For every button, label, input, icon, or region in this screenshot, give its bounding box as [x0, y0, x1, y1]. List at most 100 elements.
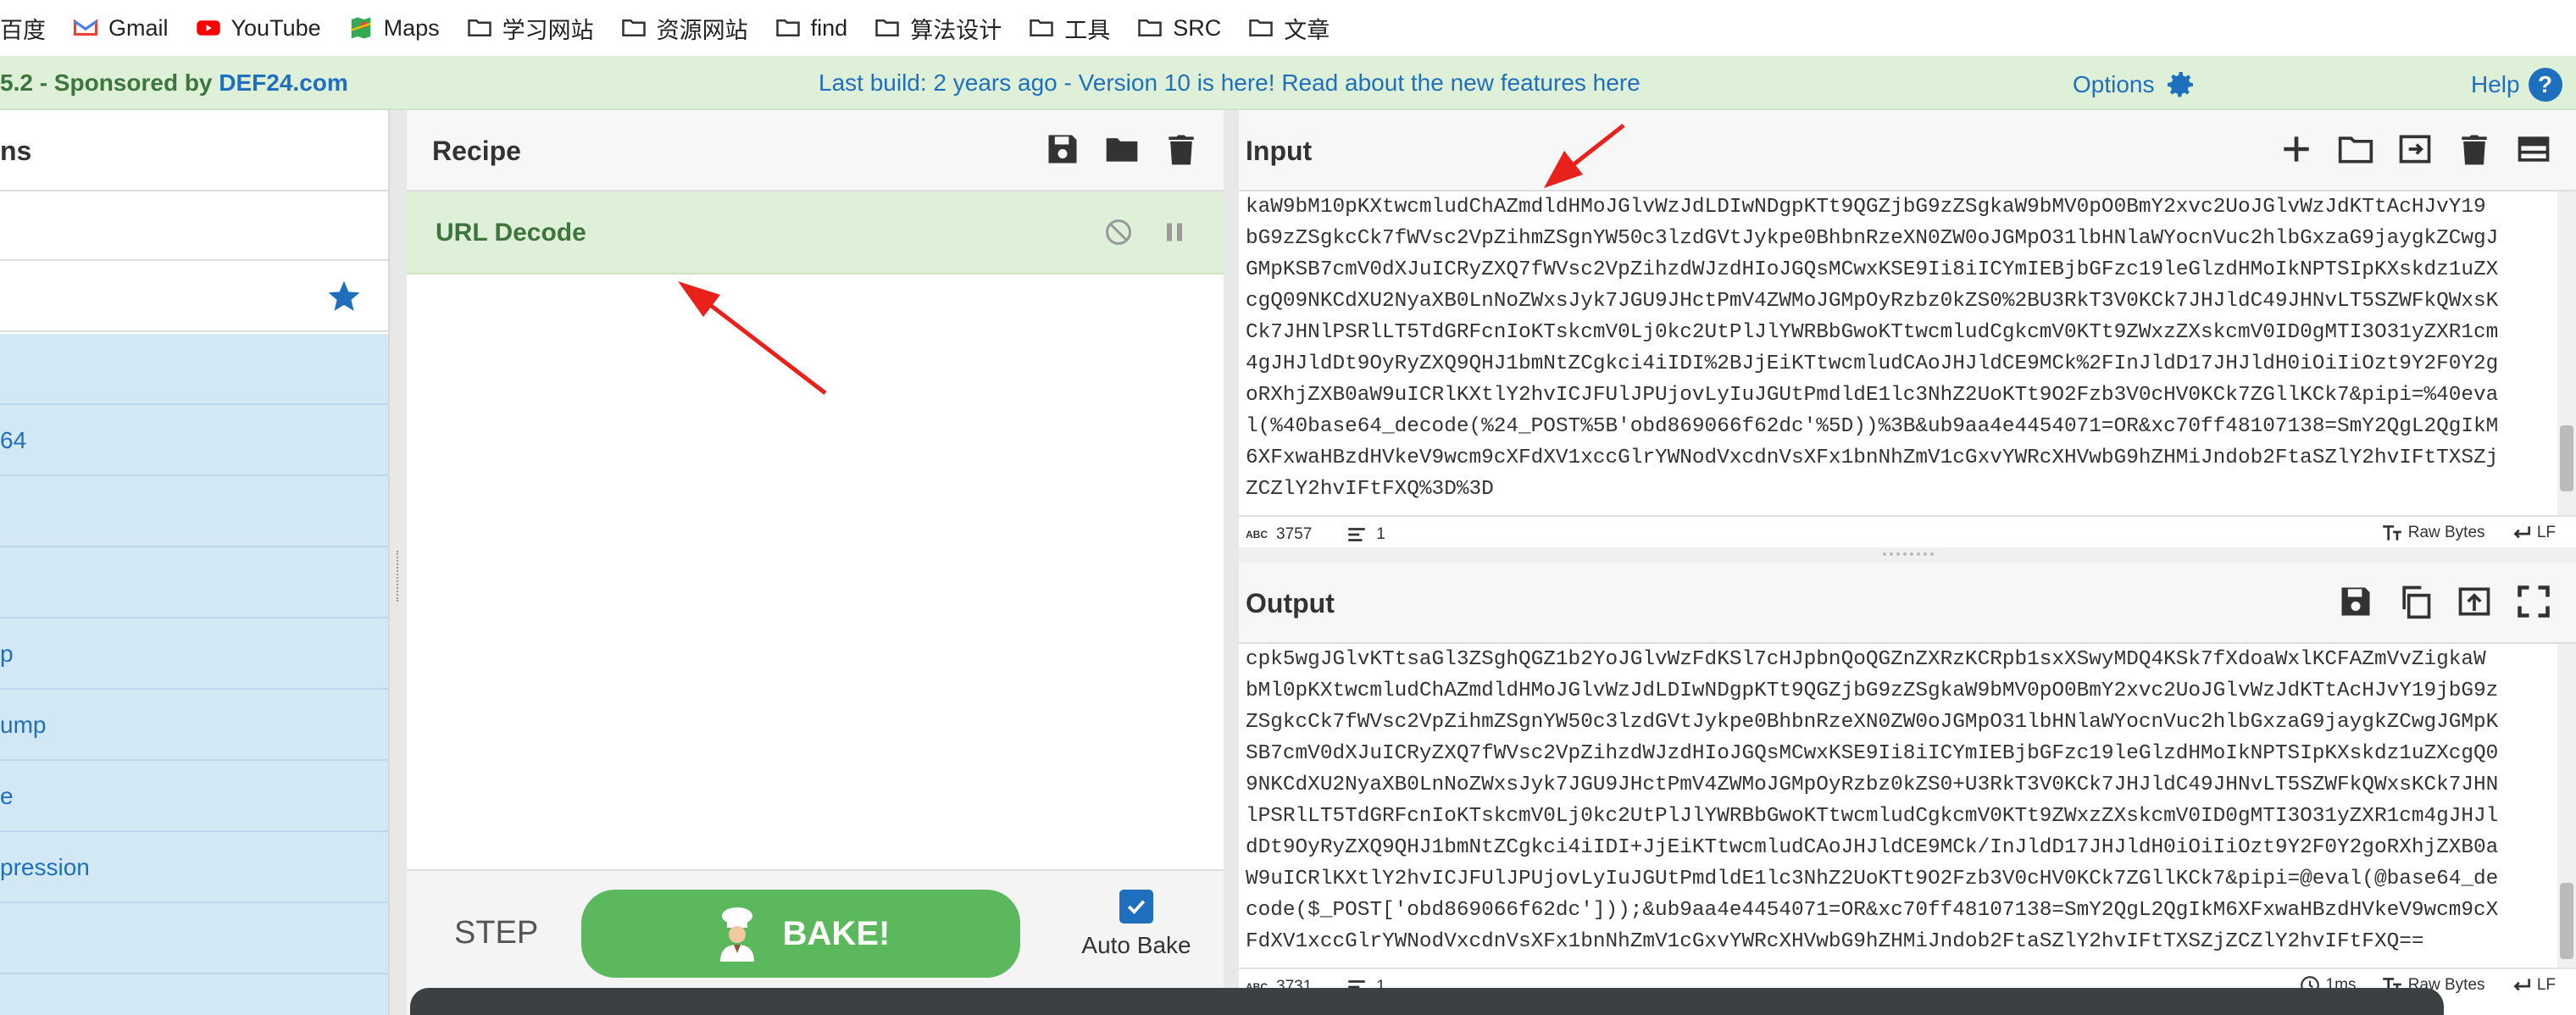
input-line: GMpKSB7cmV0dXJuICRyZXQ7fWVsc2VpZihzdWJzd…	[1246, 258, 2499, 281]
options-label: Options	[2073, 71, 2155, 97]
folder-icon	[1249, 19, 1273, 36]
star-icon	[328, 280, 360, 311]
resize-gutter[interactable]	[390, 110, 407, 1015]
open-folder-icon[interactable]	[2337, 130, 2374, 168]
chef-icon	[719, 907, 754, 962]
operation-item[interactable]: 64	[0, 405, 390, 476]
replace-input-icon[interactable]	[2456, 583, 2493, 620]
bake-button[interactable]: BAKE!	[581, 890, 1020, 978]
lines-icon	[1348, 528, 1366, 541]
operations-title: ns	[0, 136, 32, 166]
io-splitter[interactable]	[1239, 547, 2576, 563]
output-eol-label: LF	[2536, 976, 2556, 995]
bookmark-label: 资源网站	[656, 17, 748, 43]
bookmark-folder-algorithms[interactable]: 算法设计	[861, 5, 1015, 51]
input-encoding[interactable]: Raw Bytes	[2381, 522, 2485, 544]
operation-item[interactable]	[0, 476, 390, 547]
maps-icon	[350, 17, 371, 39]
output-title: Output	[1246, 588, 1335, 618]
input-textarea[interactable]: kaW9bM10pKXtwcmludChAZmdldHMoJGlvWzJdLDI…	[1239, 191, 2576, 515]
disable-icon[interactable]	[1103, 217, 1134, 247]
operation-item[interactable]: e	[0, 761, 390, 832]
build-notice[interactable]: Last build: 2 years ago - Version 10 is …	[819, 69, 1641, 97]
output-line: dDt9OyRyZXQ9QHJ1bmNtZCgkci4iIDI+JjEiKTtw…	[1246, 836, 2499, 859]
output-eol[interactable]: LF	[2511, 974, 2556, 996]
operations-search-input[interactable]	[0, 191, 390, 261]
operation-item[interactable]	[0, 903, 390, 974]
operation-item[interactable]: p	[0, 618, 390, 690]
input-scroll-thumb[interactable]	[2560, 425, 2573, 491]
open-file-icon[interactable]	[2396, 130, 2434, 168]
operation-item[interactable]: pression	[0, 832, 390, 903]
folder-open-icon[interactable]	[1103, 130, 1141, 168]
operation-label: e	[0, 783, 14, 809]
add-tab-icon[interactable]	[2278, 130, 2315, 168]
bookmark-label: Maps	[383, 14, 440, 41]
operation-label: pression	[0, 854, 90, 880]
favourites-category[interactable]	[0, 261, 390, 332]
folder-icon	[875, 19, 899, 36]
output-scrollbar[interactable]	[2557, 644, 2576, 968]
input-eol[interactable]: LF	[2511, 522, 2556, 544]
checkbox-checked-icon[interactable]	[1119, 890, 1153, 923]
version-text: 5.2 - Sponsored by	[0, 69, 219, 96]
bookmark-folder-articles[interactable]: 文章	[1235, 5, 1343, 51]
save-icon[interactable]	[2337, 583, 2374, 620]
trash-icon[interactable]	[1163, 130, 1200, 168]
bookmark-label: 百度	[0, 17, 46, 43]
bookmark-label: YouTube	[230, 14, 321, 41]
output-line: ZSgkcCk7fWVsc2VpZihmZSgnYW50c3lzdGVtJykp…	[1246, 711, 2499, 734]
help-button[interactable]: Help ?	[2471, 68, 2562, 102]
input-encoding-label: Raw Bytes	[2407, 524, 2485, 542]
operation-label: p	[0, 641, 14, 667]
recipe-operation-name: URL Decode	[436, 219, 586, 247]
bookmark-folder-study[interactable]: 学习网站	[453, 5, 608, 51]
input-header: Input	[1239, 110, 2576, 191]
output-textarea[interactable]: cpk5wgJGlvKTtsaGl3ZSghQGZ1b2YoJGlvWzFdKS…	[1239, 644, 2576, 968]
step-button[interactable]: STEP	[454, 915, 538, 951]
help-icon: ?	[2528, 68, 2562, 102]
input-line: oRXhjZXB0aW9uICRlKXtlY2hvICJFUlJPUjovLyI…	[1246, 384, 2499, 407]
input-scrollbar[interactable]	[2557, 191, 2576, 515]
bookmark-folder-src[interactable]: SRC	[1124, 5, 1235, 51]
bookmark-folder-tools[interactable]: 工具	[1015, 5, 1124, 51]
sponsor-link[interactable]: DEF24.com	[219, 69, 348, 96]
folder-icon	[467, 19, 491, 36]
bookmark-folder-find[interactable]: find	[762, 5, 862, 51]
operation-item[interactable]	[0, 334, 390, 405]
resize-handle[interactable]	[397, 551, 400, 602]
input-line: Ck7JHNlPSRlLT5TdGRFcnIoKTskcmV0Lj0kc2UtP…	[1246, 321, 2499, 344]
save-icon[interactable]	[1044, 130, 1081, 168]
operation-item[interactable]: ump	[0, 690, 390, 761]
bookmark-maps[interactable]: Maps	[335, 5, 453, 51]
options-button[interactable]: Options	[2073, 68, 2197, 102]
output-header: Output	[1239, 563, 2576, 644]
operations-panel: ns 64 p ump e pression	[0, 110, 390, 1015]
bookmark-folder-resources[interactable]: 资源网站	[608, 5, 762, 51]
maximise-icon[interactable]	[2515, 583, 2552, 620]
bookmark-youtube[interactable]: YouTube	[182, 5, 335, 51]
bookmark-label: 工具	[1064, 17, 1111, 43]
gmail-icon	[73, 19, 98, 36]
return-icon	[2513, 979, 2530, 991]
youtube-icon	[196, 20, 220, 36]
copy-icon[interactable]	[2396, 583, 2434, 620]
layout-icon[interactable]	[2515, 130, 2552, 168]
auto-bake-toggle[interactable]: Auto Bake	[1073, 890, 1200, 959]
output-scroll-thumb[interactable]	[2560, 883, 2573, 959]
input-line: ZCZlY2hvIFtFXQ%3D%3D	[1246, 478, 1494, 501]
resize-gutter[interactable]	[1224, 110, 1239, 1015]
bookmark-label: SRC	[1173, 14, 1222, 41]
trash-icon[interactable]	[2456, 130, 2493, 168]
recipe-operation-url-decode[interactable]: URL Decode	[407, 191, 1224, 275]
input-status-bar: ABC 3757 1 Raw Bytes LF	[1239, 515, 2576, 547]
pause-icon[interactable]	[1159, 217, 1190, 247]
bookmark-baidu[interactable]: 百度	[0, 5, 59, 51]
bookmark-gmail[interactable]: Gmail	[59, 5, 182, 51]
gear-icon	[2167, 72, 2193, 97]
operations-list: 64 p ump e pression	[0, 334, 390, 1015]
operation-item[interactable]	[0, 547, 390, 618]
bookmark-label: Gmail	[108, 14, 169, 41]
io-panel: Input kaW9bM10pKXtwcmludChAZmdldHMoJGlvW…	[1239, 110, 2576, 1015]
input-lines-count: 1	[1376, 525, 1385, 543]
